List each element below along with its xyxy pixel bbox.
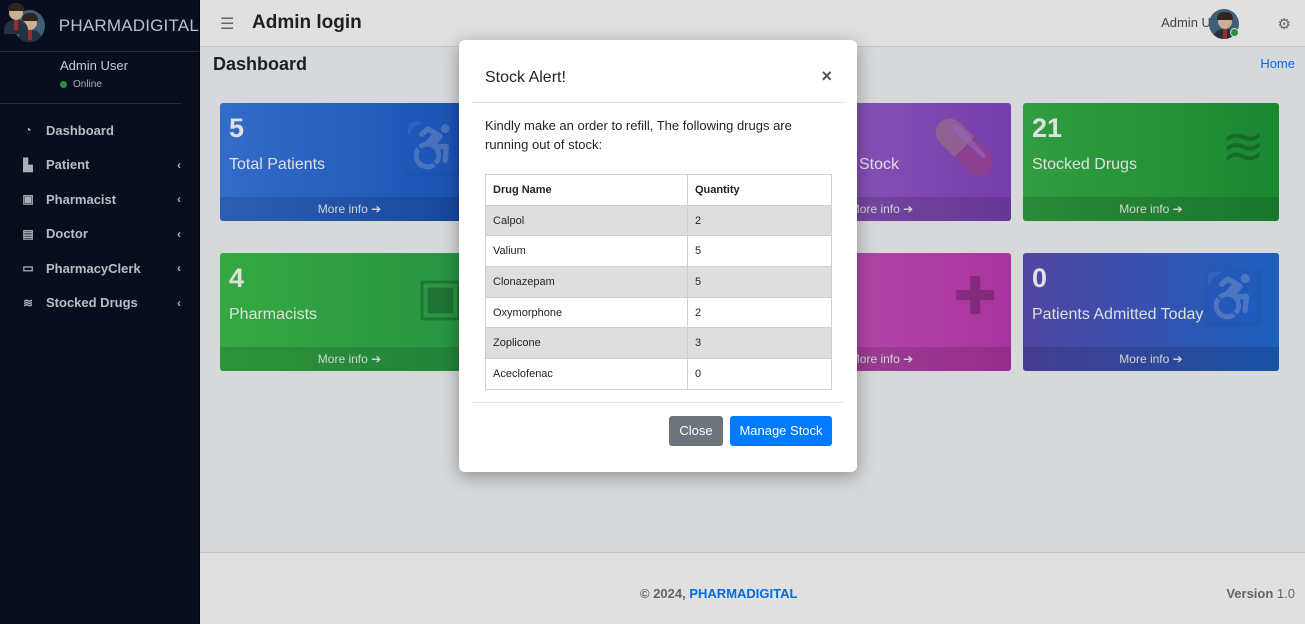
- table-header-row: Drug Name Quantity: [485, 174, 832, 206]
- quantity-cell: 2: [687, 296, 832, 329]
- column-header: Quantity: [687, 174, 832, 206]
- table-row: Valium 5: [485, 235, 832, 268]
- quantity-cell: 5: [687, 235, 832, 268]
- manage-stock-button[interactable]: Manage Stock: [730, 416, 832, 446]
- close-icon[interactable]: ×: [821, 66, 832, 87]
- drug-name-cell: Calpol: [485, 204, 688, 237]
- quantity-cell: 3: [687, 327, 832, 360]
- divider: [472, 102, 845, 103]
- quantity-cell: 2: [687, 204, 832, 237]
- table-row: Calpol 2: [485, 204, 832, 237]
- table-row: Oxymorphone 2: [485, 296, 832, 329]
- quantity-cell: 5: [687, 266, 832, 298]
- table-row: Zoplicone 3: [485, 327, 832, 360]
- close-button[interactable]: Close: [669, 416, 723, 446]
- drug-name-cell: Oxymorphone: [485, 296, 688, 329]
- column-header: Drug Name: [485, 174, 688, 206]
- table-row: Aceclofenac 0: [485, 358, 832, 390]
- table-row: Clonazepam 5: [485, 266, 832, 298]
- modal-message: Kindly make an order to refill, The foll…: [485, 118, 792, 152]
- drug-name-cell: Clonazepam: [485, 266, 688, 298]
- drug-name-cell: Valium: [485, 235, 688, 268]
- drug-name-cell: Aceclofenac: [485, 358, 688, 390]
- modal-title: Stock Alert!: [485, 69, 566, 86]
- stock-alert-modal: Stock Alert! × Kindly make an order to r…: [459, 40, 857, 472]
- quantity-cell: 0: [687, 358, 832, 390]
- drug-name-cell: Zoplicone: [485, 327, 688, 360]
- stock-table: Drug Name Quantity Calpol 2 Valium 5 Clona…: [485, 174, 832, 390]
- divider: [472, 402, 845, 403]
